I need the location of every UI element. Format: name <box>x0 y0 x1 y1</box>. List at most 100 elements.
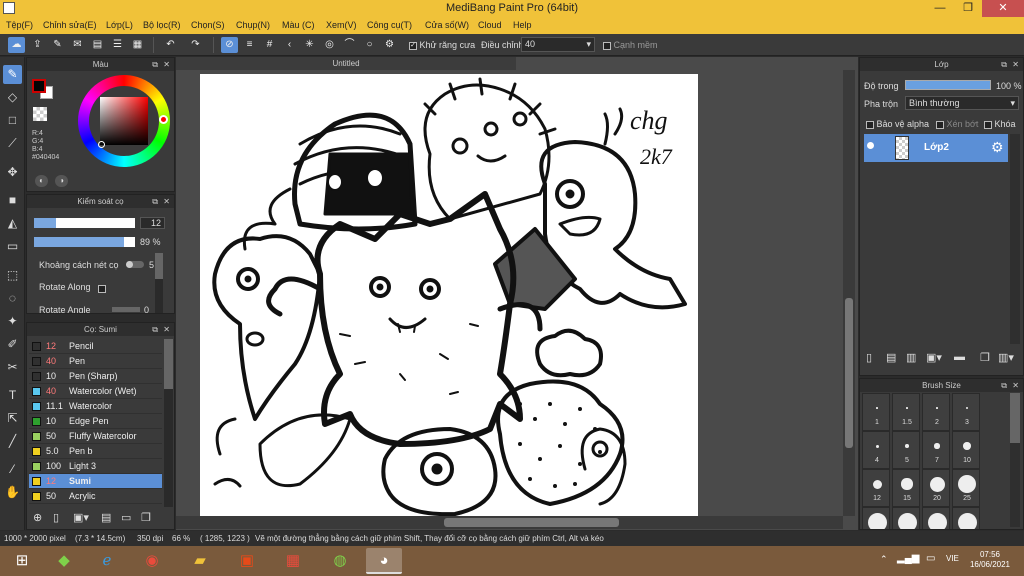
primary-color-swatch[interactable] <box>32 79 46 93</box>
rotate-along-checkbox[interactable] <box>98 283 106 293</box>
close-icon[interactable]: ✕ <box>163 323 170 336</box>
brush-size-cell[interactable] <box>922 507 950 529</box>
snap-settings-icon[interactable]: ⚙ <box>381 37 398 53</box>
brush-size-cell[interactable] <box>892 507 920 529</box>
parallel-snap-icon[interactable]: ≡ <box>241 37 258 53</box>
brush-opacity-slider[interactable] <box>34 237 135 247</box>
brush-size-cell[interactable]: 20 <box>922 469 950 507</box>
brush-size-value[interactable]: 12 <box>140 217 165 229</box>
menu-tools[interactable]: Công cụ(T) <box>367 20 412 30</box>
brush-size-cell[interactable]: 3 <box>952 393 980 431</box>
transparent-swatch[interactable] <box>33 107 47 121</box>
menu-layer[interactable]: Lớp(L) <box>106 20 133 30</box>
close-icon[interactable]: ✕ <box>163 58 170 71</box>
duplicate-icon[interactable]: ❐ <box>141 511 151 524</box>
magic-wand-icon[interactable]: ✦ <box>3 312 22 331</box>
new-8bit-layer-icon[interactable]: ▥ <box>906 351 916 364</box>
duplicate-layer-icon[interactable]: ❐ <box>980 351 990 364</box>
comment-icon[interactable]: ✎ <box>49 37 66 53</box>
scrollbar[interactable] <box>1010 134 1020 344</box>
divide-tool-icon[interactable]: ╱ <box>3 432 22 451</box>
gear-icon[interactable]: ⚙ <box>991 139 1004 156</box>
curve-snap-icon[interactable]: ⌒ <box>341 37 358 53</box>
brush-size-cell[interactable]: 25 <box>952 469 980 507</box>
correction-select[interactable]: 40 ▾ <box>521 37 595 52</box>
close-button[interactable]: ✕ <box>982 0 1024 17</box>
minimize-button[interactable]: — <box>926 0 954 17</box>
chat-icon[interactable]: ✉ <box>69 37 86 53</box>
brush-size-cell[interactable]: 15 <box>892 469 920 507</box>
brush-tool-icon[interactable]: ✎ <box>3 65 22 84</box>
lock-checkbox[interactable]: Khóa <box>984 119 1016 129</box>
list-icon[interactable]: ☰ <box>109 37 126 53</box>
brush-size-cell[interactable]: 4 <box>862 431 890 469</box>
tray-up-icon[interactable]: ⌃ <box>880 554 888 565</box>
hand-tool-icon[interactable]: ✋ <box>3 483 22 502</box>
scrollbar[interactable] <box>1010 393 1020 527</box>
undo-icon[interactable]: ↶ <box>162 37 179 53</box>
battery-icon[interactable]: ▭ <box>926 553 935 564</box>
page-icon[interactable]: ▦ <box>129 37 146 53</box>
brush-item[interactable]: 11.1 Watercolor <box>29 399 162 414</box>
redo-icon[interactable]: ↷ <box>187 37 204 53</box>
brush-item[interactable]: 100 Light 3 <box>29 459 162 474</box>
menu-cloud[interactable]: Cloud <box>478 20 502 30</box>
blend-mode-select[interactable]: Bình thường ▾ <box>905 96 1019 110</box>
brush-size-cell[interactable]: 12 <box>862 469 890 507</box>
lasso-tool-icon[interactable]: ◌ <box>3 289 22 308</box>
network-icon[interactable]: ▂▄▆ <box>897 553 919 564</box>
layer-menu-icon[interactable]: ▥▾ <box>998 351 1014 364</box>
hue-handle[interactable] <box>159 115 168 124</box>
menu-help[interactable]: Help <box>513 20 532 30</box>
cloud-icon[interactable]: ☁ <box>8 37 25 53</box>
select-pen-icon[interactable]: ✐ <box>3 335 22 354</box>
close-icon[interactable]: ✕ <box>163 195 170 208</box>
color-picker-handle[interactable] <box>98 141 105 148</box>
select-tool-icon[interactable]: ⬚ <box>3 266 22 285</box>
drawing-canvas[interactable]: chg 2k7 <box>200 74 698 516</box>
grid-snap-icon[interactable]: # <box>261 37 278 53</box>
close-icon[interactable]: ✕ <box>1012 379 1019 392</box>
brush-item[interactable]: 5.0 Pen b <box>29 444 162 459</box>
vertical-scrollbar[interactable] <box>843 70 855 516</box>
brush-size-cell[interactable]: 10 <box>952 431 980 469</box>
menu-edit[interactable]: Chỉnh sửa(E) <box>43 20 97 30</box>
ie-icon[interactable]: ℯ <box>89 548 125 574</box>
folder-icon[interactable]: ▭ <box>121 511 131 524</box>
new-halftone-layer-icon[interactable]: ▤ <box>886 351 896 364</box>
menu-file[interactable]: Tệp(F) <box>6 20 33 30</box>
brush-item[interactable]: 50 Fluffy Watercolor <box>29 429 162 444</box>
document-icon[interactable]: ▤ <box>89 37 106 53</box>
office-icon[interactable]: ▣ <box>229 548 265 574</box>
rotate-angle-slider[interactable] <box>112 307 140 312</box>
eyedropper-icon[interactable]: ⁄ <box>3 460 22 479</box>
text-tool-icon[interactable]: T <box>3 386 22 405</box>
new-layer-icon[interactable]: ▯ <box>866 351 872 364</box>
horizontal-scrollbar[interactable] <box>176 516 843 529</box>
undock-icon[interactable]: ⧉ <box>1001 58 1007 71</box>
clipping-checkbox[interactable]: Xén bớt <box>936 119 978 129</box>
brush-item[interactable]: 50 Acrylic <box>29 489 162 504</box>
dot-tool-icon[interactable]: □ <box>3 111 22 130</box>
brush-import-icon[interactable]: ▤ <box>101 511 111 524</box>
upload-icon[interactable]: ⇪ <box>29 37 46 53</box>
bluestacks-icon[interactable]: ◆ <box>46 548 82 574</box>
undock-icon[interactable]: ⧉ <box>152 195 158 208</box>
maximize-button[interactable]: ❐ <box>954 0 982 17</box>
hue-wheel[interactable] <box>78 75 170 167</box>
windows-start-icon[interactable]: ⊞ <box>4 548 40 574</box>
eraser-tool-icon[interactable]: ◇ <box>3 88 22 107</box>
menu-filter[interactable]: Bộ lọc(R) <box>143 20 181 30</box>
undock-icon[interactable]: ⧉ <box>152 323 158 336</box>
gradient-tool-icon[interactable]: ▭ <box>3 237 22 256</box>
color-settings-icon[interactable]: ◑ <box>55 175 68 187</box>
spacing-toggle[interactable] <box>126 261 144 268</box>
brush-size-slider[interactable] <box>34 218 135 228</box>
brush-item[interactable]: 40 Pen <box>29 354 162 369</box>
select-eraser-icon[interactable]: ✂ <box>3 358 22 377</box>
no-snap-icon[interactable]: ⊘ <box>221 37 238 53</box>
brush-item[interactable]: 12 Pencil <box>29 339 162 354</box>
layer-row[interactable]: Lớp2 ⚙ <box>864 134 1008 162</box>
circle-snap-icon[interactable]: ◎ <box>321 37 338 53</box>
undock-icon[interactable]: ⧉ <box>1001 379 1007 392</box>
